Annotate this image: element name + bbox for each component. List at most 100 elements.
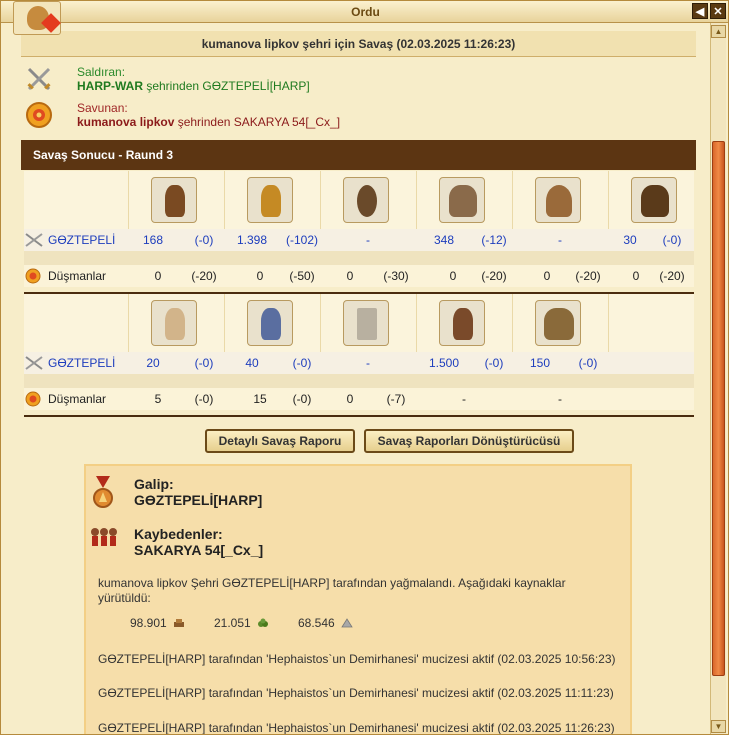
hoplite-unit-icon[interactable] xyxy=(151,177,197,223)
enemy-row: Düşmanlar 0 (-20) 0 (-50) 0 (-30) 0 (-20… xyxy=(24,265,694,287)
ours-value: 168 xyxy=(142,233,164,247)
scroll-down-button[interactable]: ▼ xyxy=(711,720,726,733)
winner-label: Galip: xyxy=(134,476,174,492)
balloon-unit-icon[interactable] xyxy=(535,177,581,223)
table-divider xyxy=(24,415,694,417)
ours-value: - xyxy=(366,356,370,370)
attacker-city[interactable]: HARP-WAR xyxy=(77,79,143,93)
ours-row-label: GӨZTEPELİ xyxy=(24,229,128,251)
enemy-delta: (-0) xyxy=(292,392,312,406)
ballista-unit-icon[interactable] xyxy=(439,177,485,223)
enemy-value: 0 xyxy=(346,269,354,283)
report-converter-button[interactable]: Savaş Raporları Dönüştürücüsü xyxy=(364,429,574,453)
ours-delta: (-0) xyxy=(578,356,598,370)
unit-cell xyxy=(320,171,416,229)
report-content: kumanova lipkov şehri için Savaş (02.03.… xyxy=(21,31,696,735)
winner-name[interactable]: GӨZTEPELİ[HARP] xyxy=(134,492,262,508)
resource-amount: 21.051 xyxy=(214,616,251,630)
enemy-delta: (-0) xyxy=(194,392,214,406)
wonder-line: GӨZTEPELİ[HARP] tarafından 'Hephaistos`u… xyxy=(98,721,615,735)
wonder-line: GӨZTEPELİ[HARP] tarafından 'Hephaistos`u… xyxy=(98,652,616,666)
crossed-swords-icon xyxy=(25,233,43,247)
enemy-value: 0 xyxy=(154,269,162,283)
resource-marble: 68.546 xyxy=(298,616,353,630)
scroll-up-button[interactable]: ▲ xyxy=(711,25,726,38)
marble-icon xyxy=(341,618,353,628)
detailed-report-button[interactable]: Detaylı Savaş Raporu xyxy=(205,429,355,453)
round-title: Savaş Sonucu - Raund 3 xyxy=(33,148,174,162)
report-title: kumanova lipkov şehri için Savaş (02.03.… xyxy=(201,37,516,51)
unit-cell xyxy=(320,294,416,352)
attacker-text: şehrinden GӨZTEPELİ[HARP] xyxy=(143,79,310,93)
scroll-thumb[interactable] xyxy=(712,141,725,676)
fallen-soldiers-icon xyxy=(91,528,117,546)
ours-name: GӨZTEPELİ xyxy=(48,356,116,370)
ours-value: 20 xyxy=(146,356,160,370)
advisor-avatar-icon[interactable] xyxy=(13,1,61,35)
wood-icon xyxy=(174,619,185,627)
catapult-unit-icon[interactable] xyxy=(535,300,581,346)
close-button[interactable]: ✕ xyxy=(710,3,726,19)
unit-cell xyxy=(224,171,320,229)
resource-amount: 98.901 xyxy=(130,616,167,630)
resource-wine: 21.051 xyxy=(214,616,269,630)
attacker-line: HARP-WAR şehrinden GӨZTEPELİ[HARP] xyxy=(77,79,310,93)
defender-city[interactable]: kumanova lipkov xyxy=(77,115,174,129)
ours-delta: (-12) xyxy=(481,233,507,247)
window-title: Ordu xyxy=(351,5,380,19)
vertical-scrollbar[interactable]: ▲ ▼ xyxy=(710,23,726,734)
enemy-delta: (-20) xyxy=(575,269,601,283)
ram-unit-icon[interactable] xyxy=(631,177,677,223)
attacker-label: Saldıran: xyxy=(77,65,126,79)
enemy-delta: (-20) xyxy=(191,269,217,283)
losers-name[interactable]: SAKARYA 54[_Cx_] xyxy=(134,542,263,558)
enemy-delta: (-30) xyxy=(383,269,409,283)
enemy-value: - xyxy=(558,392,562,406)
ours-value: 30 xyxy=(623,233,637,247)
back-button[interactable]: ◀ xyxy=(692,3,708,19)
crossed-swords-icon xyxy=(27,67,51,91)
enemy-value: 5 xyxy=(154,392,162,406)
round-title-bar: Savaş Sonucu - Raund 3 xyxy=(21,140,696,170)
ours-delta: (-0) xyxy=(194,356,214,370)
ours-delta: (-0) xyxy=(194,233,214,247)
window-titlebar: Ordu ◀ ✕ xyxy=(1,1,728,23)
unit-cell xyxy=(512,171,608,229)
enemy-delta: (-50) xyxy=(289,269,315,283)
unit-cell xyxy=(608,294,694,352)
unit-cell xyxy=(512,294,608,352)
swordsman-unit-icon[interactable] xyxy=(439,300,485,346)
shield-warrior-unit-icon[interactable] xyxy=(343,177,389,223)
ours-row: GӨZTEPELİ 168 (-0) 1.398 (-102) - 348 (-… xyxy=(24,229,694,251)
enemy-value: 0 xyxy=(346,392,354,406)
unit-icons-row xyxy=(24,171,694,229)
ours-name: GӨZTEPELİ xyxy=(48,233,116,247)
ours-delta: (-102) xyxy=(285,233,318,247)
battle-table-1: GӨZTEPELİ 168 (-0) 1.398 (-102) - 348 (-… xyxy=(24,171,694,295)
enemy-row: Düşmanlar 5 (-0) 15 (-0) 0 (-7) - - xyxy=(24,388,694,410)
wall-unit-icon[interactable] xyxy=(343,300,389,346)
ours-delta: (-0) xyxy=(292,356,312,370)
cook-unit-icon[interactable] xyxy=(151,300,197,346)
ours-value: 40 xyxy=(245,356,259,370)
enemy-row-label: Düşmanlar xyxy=(24,388,128,410)
medal-icon xyxy=(93,476,113,508)
battle-report-window: Ordu ◀ ✕ ▲ ▼ kumanova lipkov şehri için … xyxy=(0,0,729,735)
enemy-value: - xyxy=(462,392,466,406)
ours-value: 1.398 xyxy=(236,233,268,247)
defender-text: şehrinden SAKARYA 54[_Cx_] xyxy=(174,115,341,129)
doctor-unit-icon[interactable] xyxy=(247,300,293,346)
wonder-line: GӨZTEPELİ[HARP] tarafından 'Hephaistos`u… xyxy=(98,686,614,700)
spartan-unit-icon[interactable] xyxy=(247,177,293,223)
unit-cell xyxy=(608,171,694,229)
ours-value: 348 xyxy=(433,233,455,247)
unit-cell xyxy=(224,294,320,352)
enemy-name: Düşmanlar xyxy=(48,269,107,283)
resource-amount: 68.546 xyxy=(298,616,335,630)
resource-wood: 98.901 xyxy=(130,616,185,630)
defender-info: Savunan: kumanova lipkov şehrinden SAKAR… xyxy=(21,99,681,137)
defender-line: kumanova lipkov şehrinden SAKARYA 54[_Cx… xyxy=(77,115,340,129)
attacker-info: Saldıran: HARP-WAR şehrinden GӨZTEPELİ[H… xyxy=(21,63,681,101)
ours-value: - xyxy=(366,233,370,247)
report-header: kumanova lipkov şehri için Savaş (02.03.… xyxy=(21,31,696,57)
